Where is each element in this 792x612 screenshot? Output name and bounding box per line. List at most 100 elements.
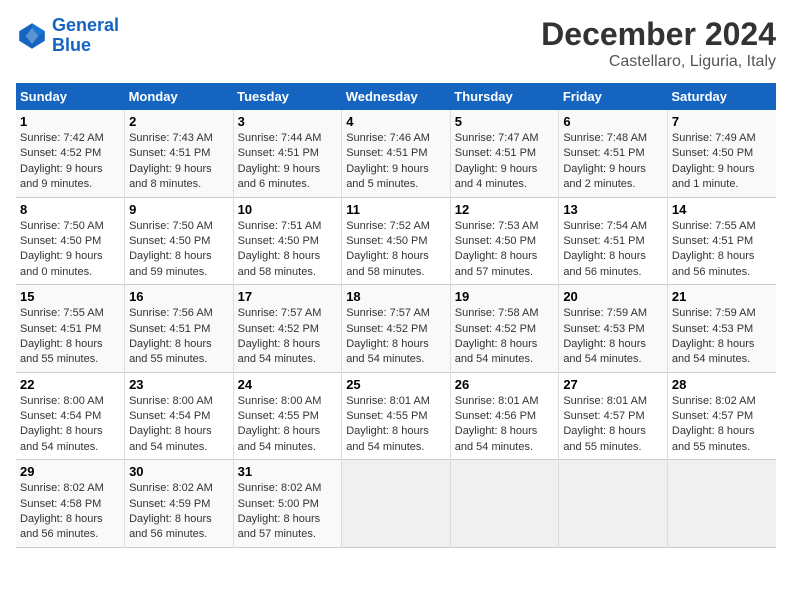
day-number: 2	[129, 114, 229, 129]
day-detail: Sunrise: 7:55 AM Sunset: 4:51 PM Dayligh…	[20, 306, 120, 368]
day-number: 13	[563, 202, 663, 217]
day-detail: Sunrise: 8:02 AM Sunset: 4:59 PM Dayligh…	[129, 481, 229, 543]
calendar-week-row: 22 Sunrise: 8:00 AM Sunset: 4:54 PM Dayli…	[16, 372, 776, 460]
weekday-header-saturday: Saturday	[667, 83, 776, 110]
day-number: 11	[346, 202, 446, 217]
day-detail: Sunrise: 7:50 AM Sunset: 4:50 PM Dayligh…	[129, 219, 229, 281]
calendar-cell: 10Sunrise: 7:51 AM Sunset: 4:50 PM Dayli…	[233, 197, 342, 285]
day-detail: Sunrise: 7:55 AM Sunset: 4:51 PM Dayligh…	[672, 219, 772, 281]
calendar-cell: 22 Sunrise: 8:00 AM Sunset: 4:54 PM Dayli…	[16, 372, 125, 460]
calendar-cell: 16 Sunrise: 7:56 AM Sunset: 4:51 PM Dayli…	[125, 285, 234, 373]
calendar-cell: 11Sunrise: 7:52 AM Sunset: 4:50 PM Dayli…	[342, 197, 451, 285]
calendar-week-row: 15 Sunrise: 7:55 AM Sunset: 4:51 PM Dayli…	[16, 285, 776, 373]
calendar-cell: 8Sunrise: 7:50 AM Sunset: 4:50 PM Daylig…	[16, 197, 125, 285]
weekday-header-sunday: Sunday	[16, 83, 125, 110]
day-number: 23	[129, 377, 229, 392]
day-number: 21	[672, 289, 772, 304]
calendar-cell: 21 Sunrise: 7:59 AM Sunset: 4:53 PM Dayli…	[667, 285, 776, 373]
day-number: 16	[129, 289, 229, 304]
day-number: 8	[20, 202, 120, 217]
calendar-cell: 5 Sunrise: 7:47 AM Sunset: 4:51 PM Daylig…	[450, 110, 559, 197]
calendar-cell: 29Sunrise: 8:02 AM Sunset: 4:58 PM Dayli…	[16, 460, 125, 548]
calendar-cell: 30Sunrise: 8:02 AM Sunset: 4:59 PM Dayli…	[125, 460, 234, 548]
day-detail: Sunrise: 7:56 AM Sunset: 4:51 PM Dayligh…	[129, 306, 229, 368]
location-subtitle: Castellaro, Liguria, Italy	[541, 53, 776, 71]
calendar-header-row: SundayMondayTuesdayWednesdayThursdayFrid…	[16, 83, 776, 110]
weekday-header-monday: Monday	[125, 83, 234, 110]
calendar-cell: 23 Sunrise: 8:00 AM Sunset: 4:54 PM Dayli…	[125, 372, 234, 460]
calendar-cell: 25Sunrise: 8:01 AM Sunset: 4:55 PM Dayli…	[342, 372, 451, 460]
day-number: 4	[346, 114, 446, 129]
day-number: 29	[20, 464, 120, 479]
day-number: 5	[455, 114, 555, 129]
day-number: 15	[20, 289, 120, 304]
calendar-cell: 3Sunrise: 7:44 AM Sunset: 4:51 PM Daylig…	[233, 110, 342, 197]
day-detail: Sunrise: 8:00 AM Sunset: 4:54 PM Dayligh…	[20, 394, 120, 456]
calendar-cell: 18 Sunrise: 7:57 AM Sunset: 4:52 PM Dayli…	[342, 285, 451, 373]
day-number: 22	[20, 377, 120, 392]
logo-icon	[16, 20, 48, 52]
day-number: 28	[672, 377, 772, 392]
calendar-cell: 13 Sunrise: 7:54 AM Sunset: 4:51 PM Dayli…	[559, 197, 668, 285]
day-detail: Sunrise: 8:02 AM Sunset: 5:00 PM Dayligh…	[238, 481, 338, 543]
day-number: 31	[238, 464, 338, 479]
day-detail: Sunrise: 7:48 AM Sunset: 4:51 PM Dayligh…	[563, 131, 663, 193]
calendar-cell: 27Sunrise: 8:01 AM Sunset: 4:57 PM Dayli…	[559, 372, 668, 460]
day-detail: Sunrise: 8:01 AM Sunset: 4:56 PM Dayligh…	[455, 394, 555, 456]
day-number: 24	[238, 377, 338, 392]
day-number: 1	[20, 114, 120, 129]
calendar-cell: 6 Sunrise: 7:48 AM Sunset: 4:51 PM Daylig…	[559, 110, 668, 197]
day-detail: Sunrise: 7:57 AM Sunset: 4:52 PM Dayligh…	[238, 306, 338, 368]
day-detail: Sunrise: 7:57 AM Sunset: 4:52 PM Dayligh…	[346, 306, 446, 368]
weekday-header-friday: Friday	[559, 83, 668, 110]
weekday-header-thursday: Thursday	[450, 83, 559, 110]
calendar-cell: 15 Sunrise: 7:55 AM Sunset: 4:51 PM Dayli…	[16, 285, 125, 373]
day-number: 9	[129, 202, 229, 217]
weekday-header-wednesday: Wednesday	[342, 83, 451, 110]
day-number: 7	[672, 114, 772, 129]
day-number: 19	[455, 289, 555, 304]
calendar-cell: 17 Sunrise: 7:57 AM Sunset: 4:52 PM Dayli…	[233, 285, 342, 373]
day-number: 18	[346, 289, 446, 304]
title-block: December 2024 Castellaro, Liguria, Italy	[541, 16, 776, 71]
month-title: December 2024	[541, 16, 776, 53]
calendar-cell	[667, 460, 776, 548]
day-number: 6	[563, 114, 663, 129]
day-detail: Sunrise: 7:51 AM Sunset: 4:50 PM Dayligh…	[238, 219, 338, 281]
day-detail: Sunrise: 7:54 AM Sunset: 4:51 PM Dayligh…	[563, 219, 663, 281]
calendar-cell: 4 Sunrise: 7:46 AM Sunset: 4:51 PM Daylig…	[342, 110, 451, 197]
day-detail: Sunrise: 7:42 AM Sunset: 4:52 PM Dayligh…	[20, 131, 120, 193]
page-header: General Blue December 2024 Castellaro, L…	[16, 16, 776, 71]
calendar-cell: 24 Sunrise: 8:00 AM Sunset: 4:55 PM Dayli…	[233, 372, 342, 460]
day-detail: Sunrise: 8:01 AM Sunset: 4:57 PM Dayligh…	[563, 394, 663, 456]
calendar-cell: 26 Sunrise: 8:01 AM Sunset: 4:56 PM Dayli…	[450, 372, 559, 460]
logo-line2: Blue	[52, 35, 91, 55]
calendar-cell: 28Sunrise: 8:02 AM Sunset: 4:57 PM Dayli…	[667, 372, 776, 460]
calendar-cell: 14 Sunrise: 7:55 AM Sunset: 4:51 PM Dayli…	[667, 197, 776, 285]
day-detail: Sunrise: 7:46 AM Sunset: 4:51 PM Dayligh…	[346, 131, 446, 193]
calendar-week-row: 8 Sunrise: 7:50 AM Sunset: 4:50 PM Daylig…	[16, 197, 776, 285]
day-number: 14	[672, 202, 772, 217]
calendar-cell: 7 Sunrise: 7:49 AM Sunset: 4:50 PM Daylig…	[667, 110, 776, 197]
calendar-cell	[559, 460, 668, 548]
day-number: 20	[563, 289, 663, 304]
day-detail: Sunrise: 8:00 AM Sunset: 4:54 PM Dayligh…	[129, 394, 229, 456]
calendar-cell	[342, 460, 451, 548]
day-detail: Sunrise: 8:01 AM Sunset: 4:55 PM Dayligh…	[346, 394, 446, 456]
day-detail: Sunrise: 7:59 AM Sunset: 4:53 PM Dayligh…	[563, 306, 663, 368]
day-detail: Sunrise: 8:00 AM Sunset: 4:55 PM Dayligh…	[238, 394, 338, 456]
day-detail: Sunrise: 7:49 AM Sunset: 4:50 PM Dayligh…	[672, 131, 772, 193]
calendar-cell	[450, 460, 559, 548]
day-number: 17	[238, 289, 338, 304]
weekday-header-tuesday: Tuesday	[233, 83, 342, 110]
day-detail: Sunrise: 7:58 AM Sunset: 4:52 PM Dayligh…	[455, 306, 555, 368]
day-detail: Sunrise: 7:59 AM Sunset: 4:53 PM Dayligh…	[672, 306, 772, 368]
logo-text: General Blue	[52, 16, 119, 56]
calendar-week-row: 1 Sunrise: 7:42 AM Sunset: 4:52 PM Daylig…	[16, 110, 776, 197]
day-detail: Sunrise: 7:47 AM Sunset: 4:51 PM Dayligh…	[455, 131, 555, 193]
day-number: 26	[455, 377, 555, 392]
day-detail: Sunrise: 7:44 AM Sunset: 4:51 PM Dayligh…	[238, 131, 338, 193]
calendar-cell: 31 Sunrise: 8:02 AM Sunset: 5:00 PM Dayli…	[233, 460, 342, 548]
logo-line1: General	[52, 15, 119, 35]
calendar-cell: 1 Sunrise: 7:42 AM Sunset: 4:52 PM Daylig…	[16, 110, 125, 197]
